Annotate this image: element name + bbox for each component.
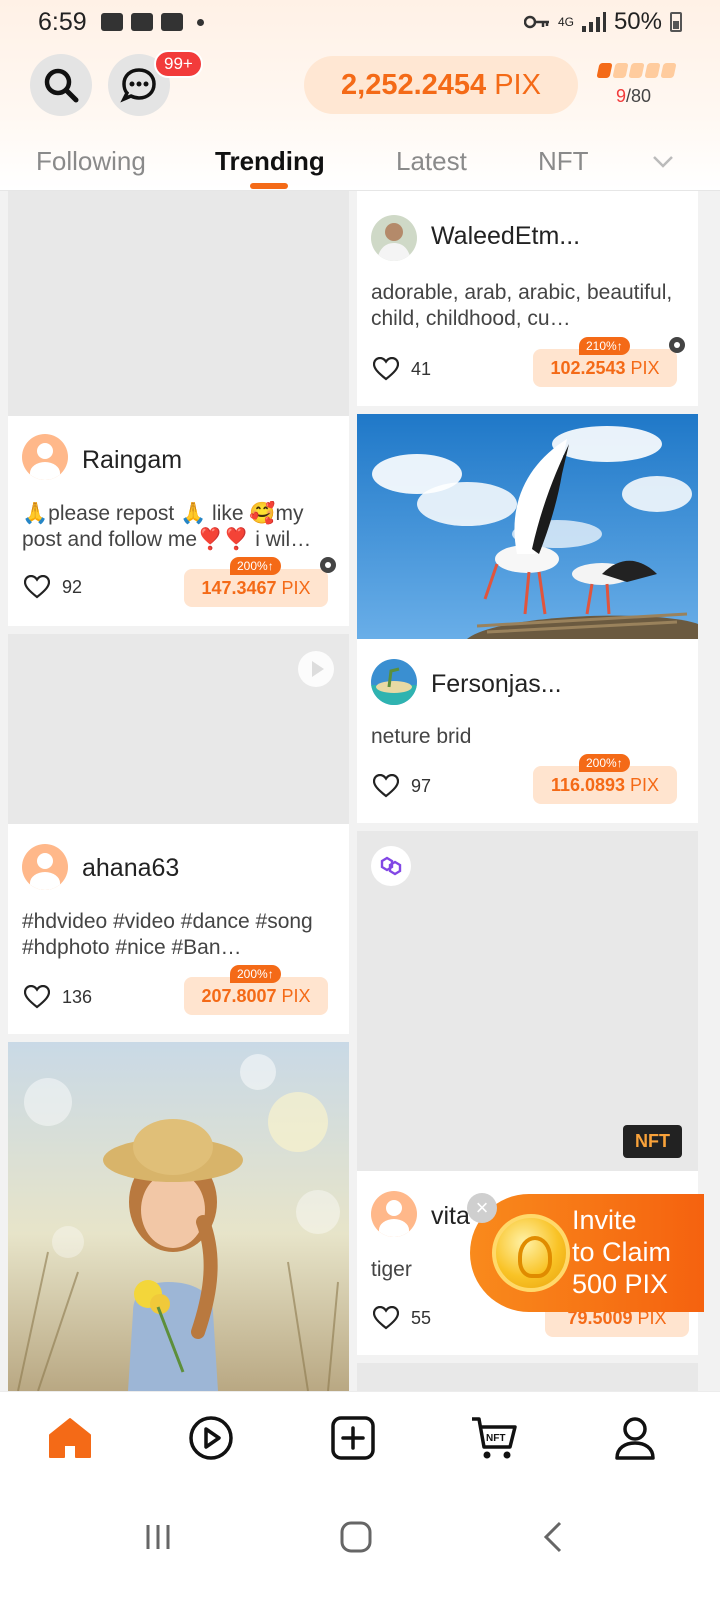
tab-following[interactable]: Following <box>36 146 146 177</box>
boost-badge: 200%↑ <box>579 754 630 772</box>
nft-tag: NFT <box>623 1125 682 1158</box>
post-media[interactable] <box>8 191 349 416</box>
boost-badge: 200%↑ <box>230 557 281 575</box>
heart-icon <box>373 357 399 381</box>
post-card-photo[interactable] <box>8 1042 349 1391</box>
like-count: 136 <box>62 986 93 1007</box>
profile-icon <box>615 1417 655 1460</box>
post-card-waleed[interactable]: WaleedEtm... adorable, arab, arabic, bea… <box>357 191 698 406</box>
add-icon <box>331 1416 375 1460</box>
vpn-notification-icon <box>160 13 183 31</box>
search-icon <box>44 68 79 103</box>
recent-apps-icon[interactable] <box>138 1517 178 1557</box>
status-time: 6:59 <box>38 7 87 36</box>
status-bar: 6:59 4G 50% <box>0 0 720 44</box>
play-icon[interactable] <box>298 651 334 687</box>
signal-icon <box>581 12 606 32</box>
post-description: 🙏please repost 🙏 like 🥰my post and follo… <box>22 502 312 551</box>
post-card-ahana63[interactable]: ahana63 #hdvideo #video #dance #song #hd… <box>8 634 349 1034</box>
heart-icon <box>24 575 50 599</box>
nav-nft-market[interactable]: NFT <box>470 1414 518 1462</box>
post-username[interactable]: WaleedEtm... <box>431 222 580 251</box>
post-username[interactable]: vita <box>431 1202 470 1231</box>
like-count: 97 <box>411 775 432 796</box>
avatar-photo[interactable] <box>371 659 417 705</box>
avatar-photo[interactable] <box>371 215 417 261</box>
post-card-raingam[interactable]: Raingam 🙏please repost 🙏 like 🥰my post a… <box>8 191 349 626</box>
messages-badge: 99+ <box>154 50 203 78</box>
invite-text: Invite to Claim 500 PIX <box>572 1205 672 1299</box>
like-count: 92 <box>62 576 83 597</box>
play-icon <box>189 1416 233 1460</box>
post-username[interactable]: ahana63 <box>82 854 179 883</box>
like-button[interactable]: 55 <box>373 1306 431 1330</box>
invite-claim-banner[interactable]: Invite to Claim 500 PIX <box>470 1194 704 1312</box>
nav-profile[interactable] <box>611 1414 659 1462</box>
system-nav-bar <box>0 1481 720 1600</box>
boost-badge: 210%↑ <box>579 337 630 355</box>
home-circle-icon[interactable] <box>336 1517 376 1557</box>
camera-icon <box>320 557 336 573</box>
post-description: #hdvideo #video #dance #song #hdphoto #n… <box>22 910 313 959</box>
post-username[interactable]: Raingam <box>82 446 182 475</box>
gallery-notification-icon <box>130 13 153 31</box>
like-button[interactable]: 41 <box>373 357 431 381</box>
nft-cart-icon: NFT <box>472 1417 517 1459</box>
avatar[interactable] <box>371 1191 417 1237</box>
balance-value: 2,252.2454 <box>341 68 487 101</box>
avatar[interactable] <box>22 434 68 480</box>
nav-create[interactable] <box>329 1414 377 1462</box>
post-photo-storks[interactable] <box>357 414 698 639</box>
post-media-nft[interactable] <box>357 831 698 1171</box>
battery-icon <box>670 12 682 32</box>
post-description: neture brid <box>371 725 472 748</box>
energy-count: 9/80 <box>616 86 652 106</box>
balance-unit: PIX <box>494 68 541 101</box>
heart-icon <box>373 774 399 798</box>
polygon-chain-icon <box>371 846 411 886</box>
close-icon[interactable]: × <box>467 1193 497 1223</box>
post-username[interactable]: Fersonjas... <box>431 670 562 699</box>
nav-video[interactable] <box>187 1414 235 1462</box>
back-icon[interactable] <box>534 1517 574 1557</box>
battery-percent: 50% <box>613 8 662 35</box>
home-icon <box>49 1418 91 1458</box>
post-media[interactable] <box>357 1363 698 1391</box>
tab-indicator <box>250 183 288 189</box>
nav-home[interactable] <box>46 1414 94 1462</box>
heart-icon <box>373 1306 399 1330</box>
tab-nft[interactable]: NFT <box>538 146 589 177</box>
like-button[interactable]: 136 <box>24 985 92 1009</box>
camera-icon <box>669 337 685 353</box>
bottom-nav: NFT <box>0 1391 720 1481</box>
boost-badge: 200%↑ <box>230 965 281 983</box>
like-count: 41 <box>411 358 432 379</box>
post-media-video[interactable] <box>8 634 349 824</box>
network-type: 4G <box>557 15 574 29</box>
post-photo-girl[interactable] <box>8 1042 349 1391</box>
pix-coin-icon <box>492 1214 570 1292</box>
like-button[interactable]: 92 <box>24 575 82 599</box>
key-icon <box>523 15 549 29</box>
more-notifications-icon <box>196 18 204 26</box>
pix-balance[interactable]: 2,252.2454 PIX <box>304 56 578 114</box>
youtube-notification-icon <box>100 13 123 31</box>
post-description: adorable, arab, arabic, beautiful, child… <box>371 281 673 330</box>
chat-icon <box>120 68 156 103</box>
chevron-down-icon[interactable] <box>652 150 674 172</box>
post-card-fersonjas[interactable]: Fersonjas... neture brid 97 116.0893 PIX … <box>357 414 698 823</box>
energy-meter[interactable] <box>596 63 677 78</box>
heart-icon <box>24 985 50 1009</box>
tab-latest[interactable]: Latest <box>396 146 467 177</box>
search-button[interactable] <box>30 54 92 116</box>
post-card-next[interactable] <box>357 1363 698 1391</box>
like-button[interactable]: 97 <box>373 774 431 798</box>
svg-text:NFT: NFT <box>486 1433 505 1444</box>
avatar[interactable] <box>22 844 68 890</box>
tab-trending[interactable]: Trending <box>215 146 325 177</box>
like-count: 55 <box>411 1307 432 1328</box>
